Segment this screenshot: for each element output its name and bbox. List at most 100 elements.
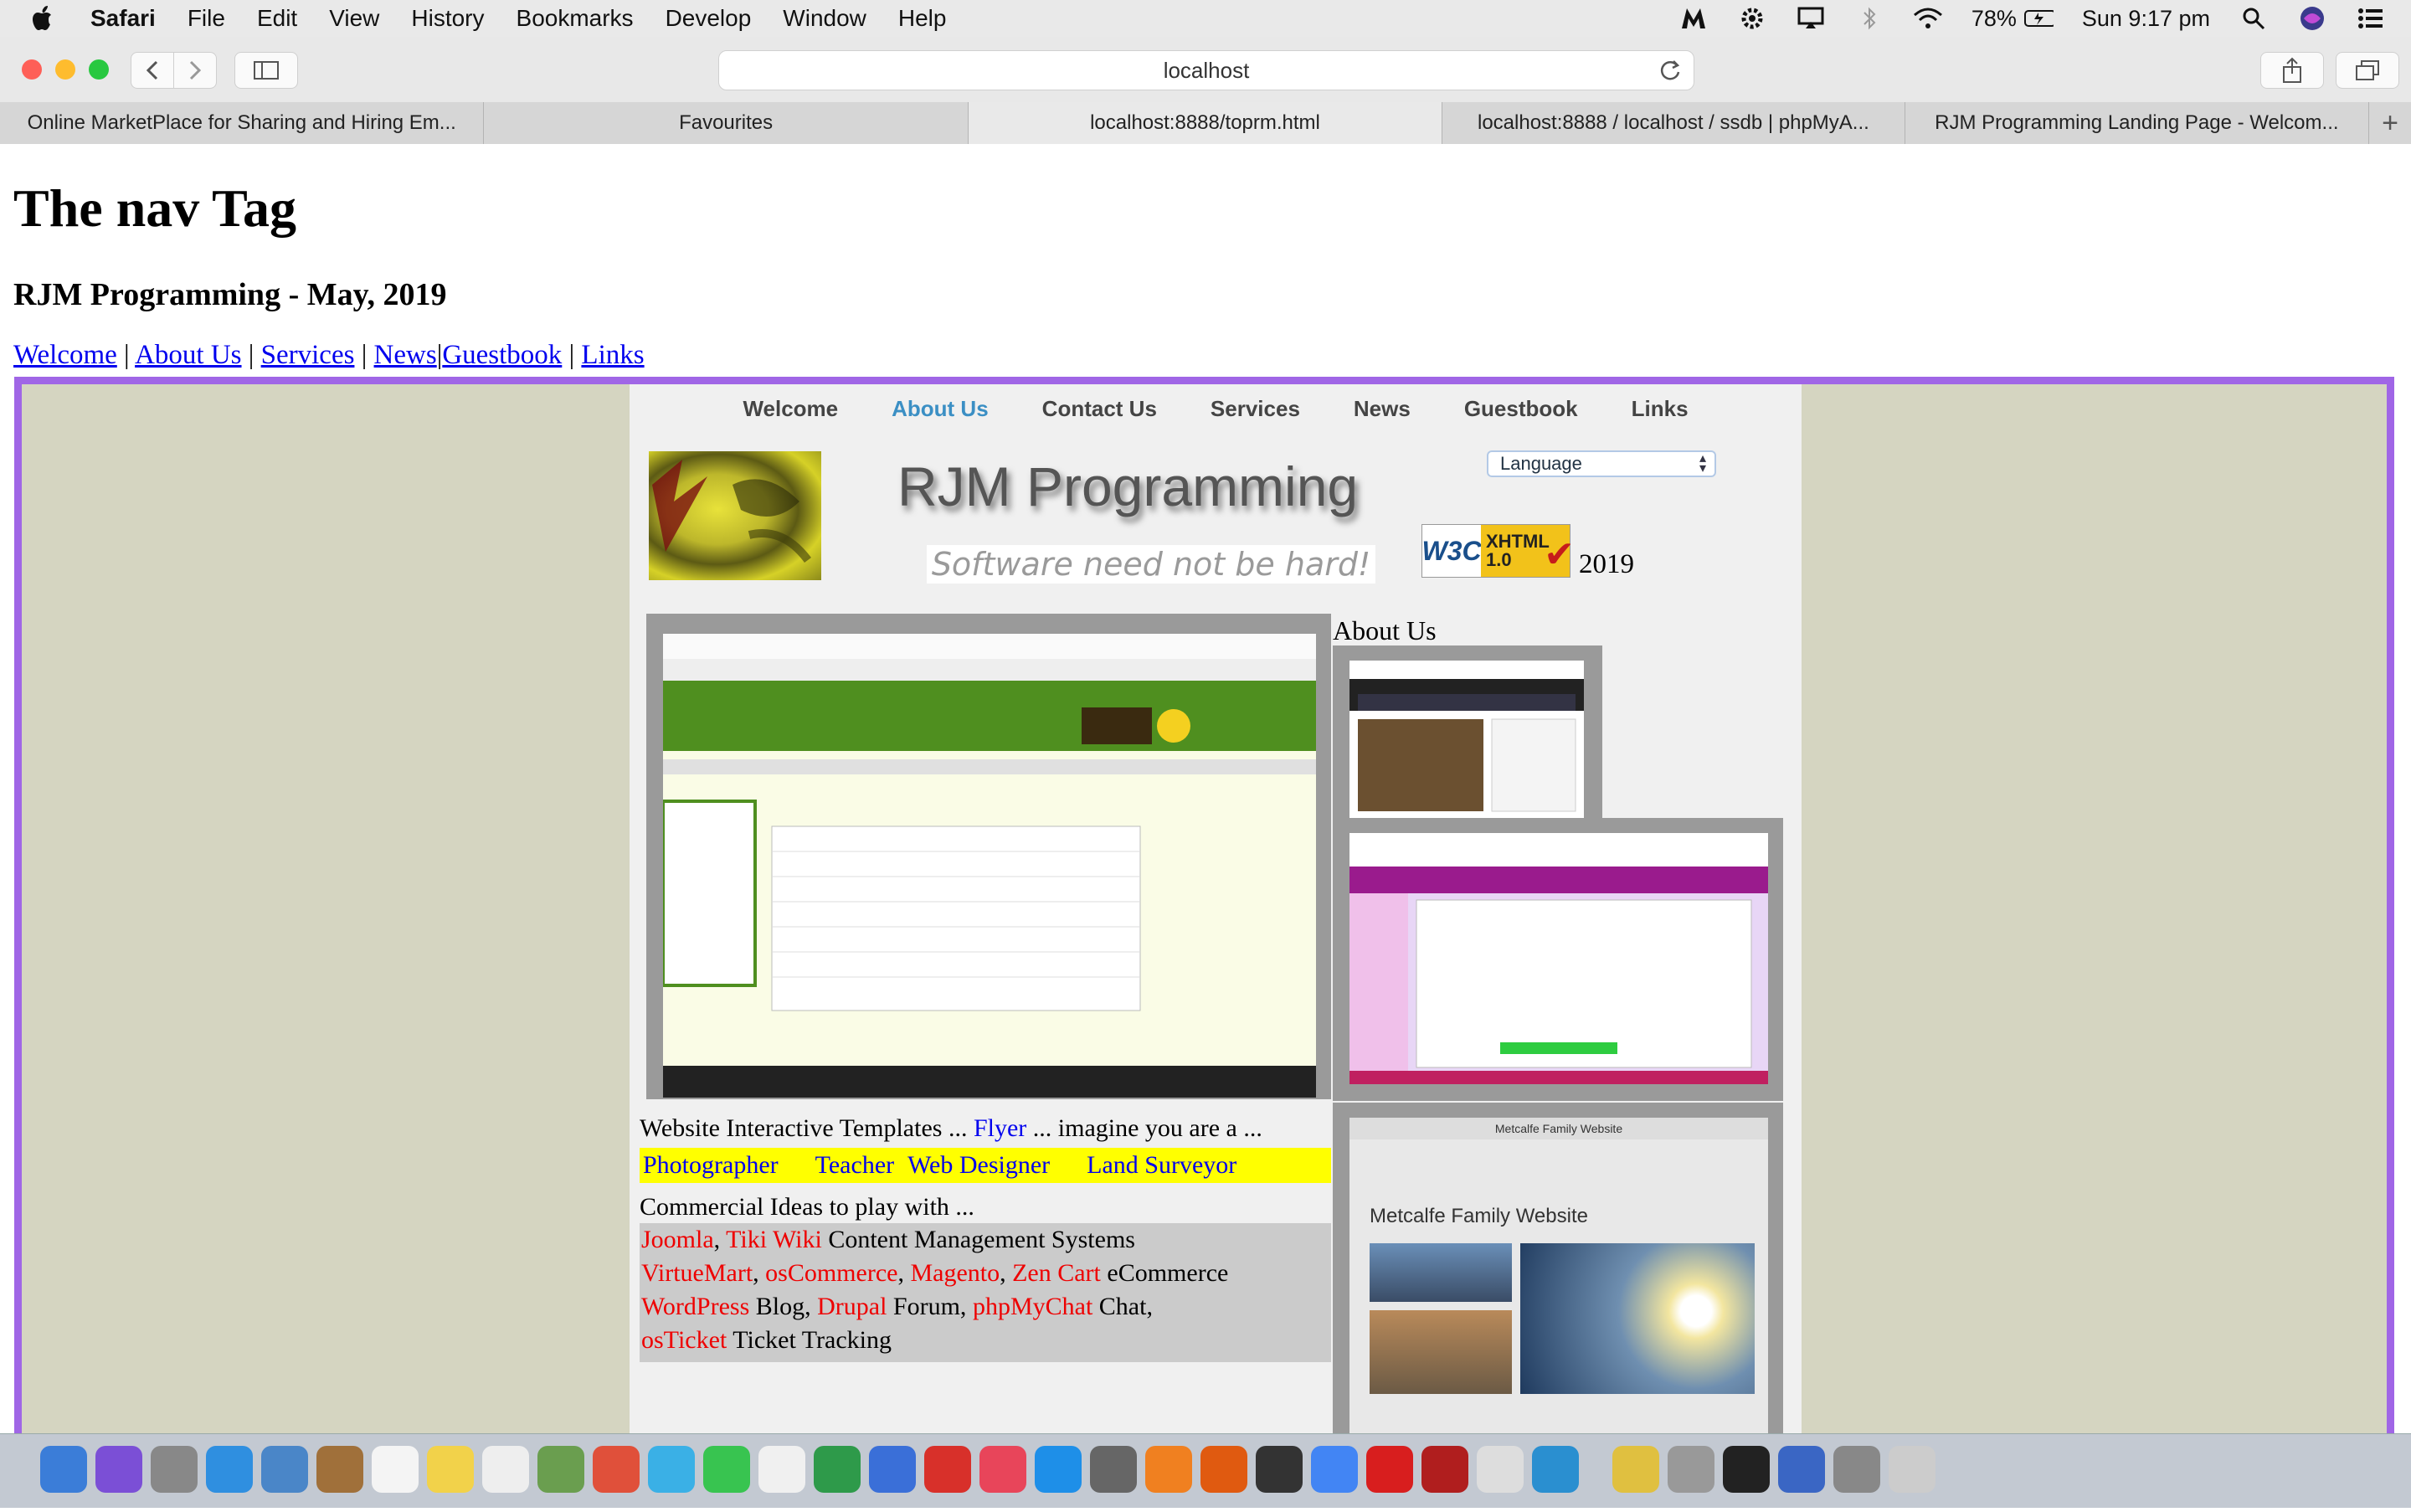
site-nav-links[interactable]: Links xyxy=(1632,396,1689,422)
joomla-link[interactable]: Joomla xyxy=(641,1226,714,1253)
dock-app-icon[interactable] xyxy=(1668,1446,1714,1493)
dock-app-icon[interactable] xyxy=(1256,1446,1303,1493)
tiki-wiki-link[interactable]: Tiki Wiki xyxy=(726,1226,822,1253)
role-land-surveyor-link[interactable]: Land Surveyor xyxy=(1087,1151,1236,1180)
new-tab-button[interactable]: + xyxy=(2369,102,2411,144)
dock-app-icon[interactable] xyxy=(1612,1446,1659,1493)
menu-view[interactable]: View xyxy=(329,5,379,32)
apple-icon[interactable] xyxy=(32,5,65,32)
dock-app-icon[interactable] xyxy=(372,1446,419,1493)
menu-file[interactable]: File xyxy=(188,5,225,32)
dock-app-icon[interactable] xyxy=(1035,1446,1082,1493)
screenshot-family-website[interactable]: Metcalfe Family Website Metcalfe Family … xyxy=(1333,1103,1783,1433)
back-button[interactable] xyxy=(131,52,174,89)
nav-link-guestbook[interactable]: Guestbook xyxy=(442,340,562,370)
virtuemart-link[interactable]: VirtueMart xyxy=(641,1259,753,1287)
wordpress-link[interactable]: WordPress xyxy=(641,1293,749,1320)
nav-link-links[interactable]: Links xyxy=(581,340,644,370)
screenshot-favourites-site[interactable] xyxy=(646,614,1331,1099)
minimize-window-button[interactable] xyxy=(55,59,75,80)
tab-toprm[interactable]: localhost:8888/toprm.html xyxy=(968,102,1443,144)
site-nav-welcome[interactable]: Welcome xyxy=(743,396,838,422)
dock-app-icon[interactable] xyxy=(1366,1446,1413,1493)
nav-link-welcome[interactable]: Welcome xyxy=(13,340,117,370)
dock-app-icon[interactable] xyxy=(1421,1446,1468,1493)
site-nav-contact[interactable]: Contact Us xyxy=(1042,396,1157,422)
dock-app-icon[interactable] xyxy=(316,1446,363,1493)
dock-app-icon[interactable] xyxy=(40,1446,87,1493)
menu-develop[interactable]: Develop xyxy=(666,5,752,32)
dock-app-icon[interactable] xyxy=(206,1446,253,1493)
nav-link-about[interactable]: About Us xyxy=(135,340,241,370)
spotlight-search-icon[interactable] xyxy=(2239,3,2269,33)
dock-app-icon[interactable] xyxy=(1889,1446,1935,1493)
siri-icon[interactable] xyxy=(2297,3,2327,33)
menu-help[interactable]: Help xyxy=(898,5,947,32)
forward-button[interactable] xyxy=(173,52,217,89)
role-web-designer-link[interactable]: Web Designer xyxy=(907,1151,1050,1180)
dock-app-icon[interactable] xyxy=(1200,1446,1247,1493)
tab-phpmyadmin[interactable]: localhost:8888 / localhost / ssdb | phpM… xyxy=(1442,102,1905,144)
nav-link-services[interactable]: Services xyxy=(261,340,355,370)
notification-center-icon[interactable] xyxy=(2356,3,2386,33)
dock-app-icon[interactable] xyxy=(1723,1446,1770,1493)
dock-app-icon[interactable] xyxy=(95,1446,142,1493)
dock-app-icon[interactable] xyxy=(703,1446,750,1493)
battery-charging-icon[interactable] xyxy=(2023,3,2054,33)
share-button[interactable] xyxy=(2260,52,2324,89)
dock-app-icon[interactable] xyxy=(869,1446,916,1493)
airplay-icon[interactable] xyxy=(1796,3,1826,33)
sidebar-toggle-button[interactable] xyxy=(234,52,298,89)
screenshot-wordpress-site[interactable] xyxy=(1333,645,1602,818)
menu-window[interactable]: Window xyxy=(783,5,866,32)
dock-app-icon[interactable] xyxy=(1477,1446,1524,1493)
drupal-link[interactable]: Drupal xyxy=(817,1293,887,1320)
dock-app-icon[interactable] xyxy=(1778,1446,1825,1493)
dock-app-icon[interactable] xyxy=(758,1446,805,1493)
site-logo-image[interactable] xyxy=(649,451,821,580)
dock-app-icon[interactable] xyxy=(648,1446,695,1493)
dock-app-icon[interactable] xyxy=(1532,1446,1579,1493)
zen-cart-link[interactable]: Zen Cart xyxy=(1012,1259,1101,1287)
dock-app-icon[interactable] xyxy=(924,1446,971,1493)
tab-overview-button[interactable] xyxy=(2336,52,2399,89)
zoom-window-button[interactable] xyxy=(89,59,109,80)
reload-icon[interactable] xyxy=(1658,59,1682,82)
dock-app-icon[interactable] xyxy=(151,1446,198,1493)
dock-app-icon[interactable] xyxy=(1833,1446,1880,1493)
dock-app-icon[interactable] xyxy=(814,1446,861,1493)
menu-history[interactable]: History xyxy=(411,5,484,32)
dock-app-icon[interactable] xyxy=(979,1446,1026,1493)
dock-app-icon[interactable] xyxy=(427,1446,474,1493)
language-select[interactable]: Language ▴ ▾ xyxy=(1487,450,1716,477)
screenshot-admin-panel[interactable] xyxy=(1333,818,1783,1101)
phpmychat-link[interactable]: phpMyChat xyxy=(973,1293,1092,1320)
menu-edit[interactable]: Edit xyxy=(257,5,297,32)
site-nav-news[interactable]: News xyxy=(1354,396,1411,422)
dock-app-icon[interactable] xyxy=(537,1446,584,1493)
malwarebytes-icon[interactable] xyxy=(1678,3,1709,33)
site-nav-about[interactable]: About Us xyxy=(892,396,989,422)
menu-app-safari[interactable]: Safari xyxy=(90,5,156,32)
site-nav-guestbook[interactable]: Guestbook xyxy=(1464,396,1578,422)
dock-app-icon[interactable] xyxy=(1145,1446,1192,1493)
dock-app-icon[interactable] xyxy=(1311,1446,1358,1493)
address-bar[interactable]: localhost xyxy=(718,50,1694,90)
tab-marketplace[interactable]: Online MarketPlace for Sharing and Hirin… xyxy=(0,102,485,144)
w3c-xhtml-badge[interactable]: W3C XHTML 1.0 ✔ xyxy=(1421,524,1575,578)
dock-app-icon[interactable] xyxy=(482,1446,529,1493)
oscommerce-link[interactable]: osCommerce xyxy=(765,1259,897,1287)
role-teacher-link[interactable]: Teacher xyxy=(815,1151,894,1180)
wifi-icon[interactable] xyxy=(1913,3,1943,33)
site-nav-services[interactable]: Services xyxy=(1211,396,1300,422)
dock-app-icon[interactable] xyxy=(261,1446,308,1493)
magento-link[interactable]: Magento xyxy=(910,1259,1000,1287)
osticket-link[interactable]: osTicket xyxy=(641,1326,727,1354)
role-photographer-link[interactable]: Photographer xyxy=(643,1151,779,1180)
bluetooth-icon[interactable] xyxy=(1854,3,1884,33)
dock-app-icon[interactable] xyxy=(1090,1446,1137,1493)
close-window-button[interactable] xyxy=(22,59,42,80)
settings-gear-icon[interactable] xyxy=(1737,3,1767,33)
nav-link-news[interactable]: News xyxy=(374,340,437,370)
tab-favourites[interactable]: Favourites xyxy=(484,102,969,144)
